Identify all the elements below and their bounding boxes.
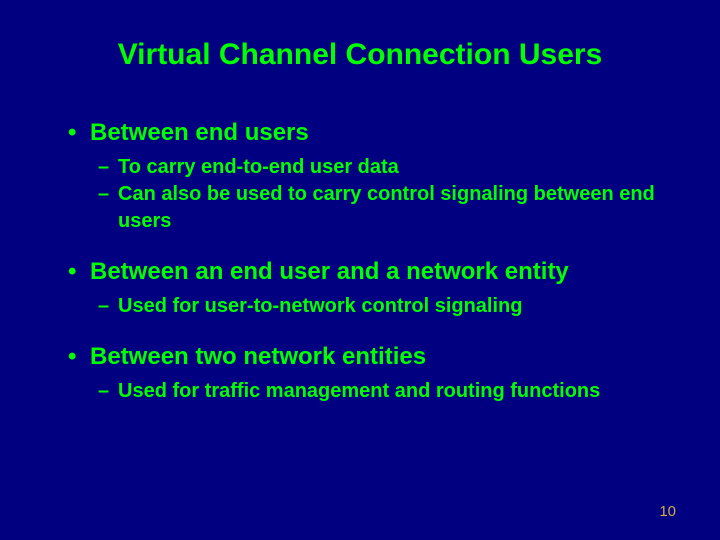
bullet-level2: –Can also be used to carry control signa…: [98, 181, 668, 235]
page-number: 10: [659, 503, 676, 520]
bullet-dash-icon: –: [98, 181, 118, 208]
bullet-dot-icon: •: [68, 342, 90, 372]
bullet-dash-icon: –: [98, 293, 118, 320]
sub-bullet-list: –To carry end-to-end user data –Can also…: [98, 154, 668, 235]
sub-bullet-text: Used for user-to-network control signali…: [118, 295, 522, 317]
sub-bullet-text: Used for traffic management and routing …: [118, 380, 600, 402]
bullet-dash-icon: –: [98, 378, 118, 405]
sub-bullet-text: To carry end-to-end user data: [118, 156, 399, 178]
bullet-dot-icon: •: [68, 118, 90, 148]
bullet-text: Between an end user and a network entity: [90, 258, 569, 285]
bullet-dash-icon: –: [98, 154, 118, 181]
bullet-level2: –Used for traffic management and routing…: [98, 378, 668, 405]
bullet-level2: –Used for user-to-network control signal…: [98, 293, 668, 320]
bullet-level1: •Between two network entities: [68, 342, 668, 372]
bullet-level1: •Between end users: [68, 118, 668, 148]
slide-title: Virtual Channel Connection Users: [0, 38, 720, 72]
slide-body: •Between end users –To carry end-to-end …: [68, 118, 668, 427]
sub-bullet-text: Can also be used to carry control signal…: [118, 183, 655, 232]
bullet-dot-icon: •: [68, 257, 90, 287]
bullet-level1: •Between an end user and a network entit…: [68, 257, 668, 287]
sub-bullet-list: –Used for user-to-network control signal…: [98, 293, 668, 320]
bullet-text: Between end users: [90, 119, 309, 146]
sub-bullet-list: –Used for traffic management and routing…: [98, 378, 668, 405]
bullet-text: Between two network entities: [90, 343, 426, 370]
slide: Virtual Channel Connection Users •Betwee…: [0, 0, 720, 540]
bullet-level2: –To carry end-to-end user data: [98, 154, 668, 181]
